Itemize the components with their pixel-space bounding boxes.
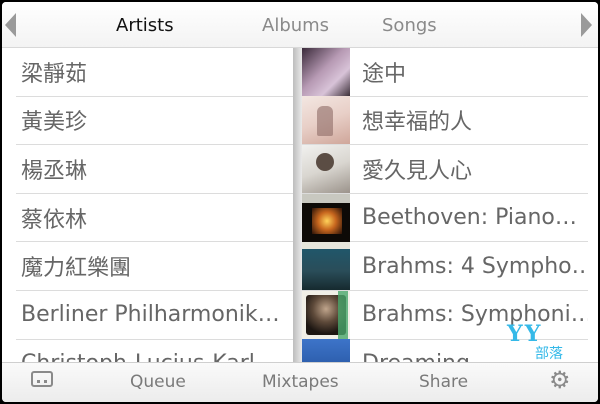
artist-row[interactable]: 魔力紅樂團 — [16, 242, 300, 291]
album-title: 途中 — [362, 61, 407, 87]
album-row[interactable]: 愛久見人心 — [302, 144, 588, 194]
artists-list: 梁靜茹 黃美珍 楊丞琳 蔡依林 魔力紅樂團 Berliner Philharmo… — [16, 48, 300, 362]
artist-row[interactable]: Berliner Philharmonik… — [16, 291, 300, 340]
tab-bar: Artists Albums Songs — [2, 2, 598, 48]
artist-row[interactable]: 黃美珍 — [16, 97, 300, 146]
album-title: Brahms: Symphoni… — [362, 302, 588, 328]
tab-songs[interactable]: Songs — [382, 15, 437, 36]
tray-icon[interactable] — [31, 371, 53, 387]
album-cover-image — [302, 242, 350, 291]
column-divider — [293, 48, 302, 362]
album-cover-image — [302, 144, 350, 193]
album-cover-image — [302, 48, 350, 96]
album-title: Beethoven: Piano… — [362, 205, 577, 231]
album-cover-image — [302, 96, 350, 145]
tab-albums[interactable]: Albums — [262, 15, 329, 36]
share-button[interactable]: Share — [419, 372, 468, 392]
artist-row[interactable]: 蔡依林 — [16, 194, 300, 243]
gear-icon[interactable]: ⚙ — [549, 366, 571, 394]
artist-row[interactable]: Christoph-Lucius-Karl… — [16, 340, 300, 362]
album-row[interactable]: Beethoven: Piano… — [302, 193, 588, 243]
artist-row[interactable]: 梁靜茹 — [16, 48, 300, 97]
bottom-toolbar: Queue Mixtapes Share — [2, 362, 598, 402]
album-row[interactable]: 途中 — [302, 48, 588, 97]
right-arrow-icon[interactable] — [581, 13, 592, 37]
album-row[interactable]: Brahms: Symphoni… — [302, 290, 588, 340]
album-cover-image — [302, 339, 350, 362]
tab-artists[interactable]: Artists — [116, 15, 174, 36]
watermark-caption: 部落 — [535, 346, 563, 362]
album-title: 愛久見人心 — [362, 158, 473, 184]
album-cover-image — [302, 193, 350, 242]
queue-button[interactable]: Queue — [130, 372, 186, 392]
music-app-window: Artists Albums Songs 梁靜茹 黃美珍 楊丞琳 蔡依林 魔力紅… — [0, 0, 600, 404]
album-row[interactable]: 想幸福的人 — [302, 96, 588, 146]
left-arrow-icon[interactable] — [5, 13, 16, 37]
album-cover-image — [302, 290, 350, 339]
albums-list: 途中 想幸福的人 愛久見人心 Beethoven: Piano… Brahms:… — [302, 48, 588, 362]
artist-row[interactable]: 楊丞琳 — [16, 145, 300, 194]
mixtapes-button[interactable]: Mixtapes — [262, 372, 339, 392]
album-row[interactable]: Brahms: 4 Sympho… — [302, 242, 588, 291]
album-title: Brahms: 4 Sympho… — [362, 253, 588, 279]
album-title: 想幸福的人 — [362, 110, 473, 136]
